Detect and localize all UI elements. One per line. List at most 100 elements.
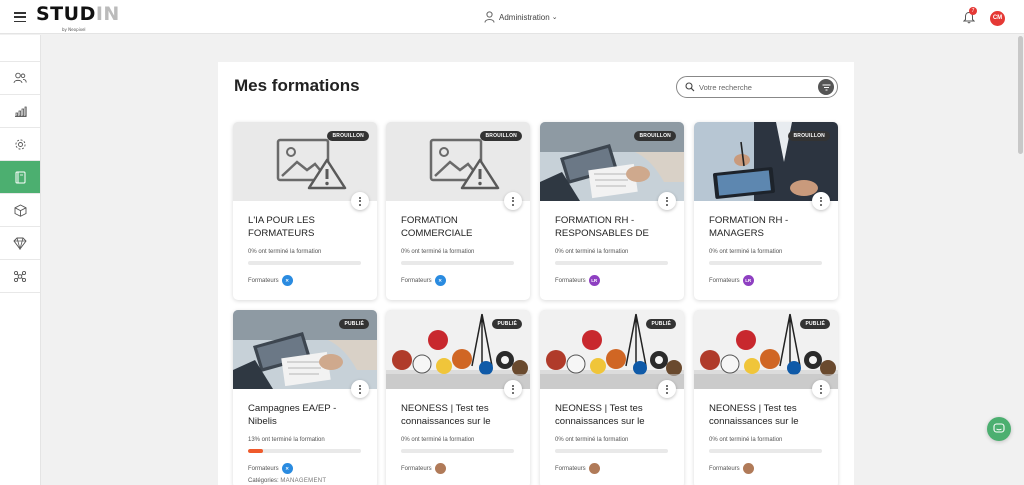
- trainer-avatar[interactable]: ✕: [281, 275, 293, 286]
- user-avatar[interactable]: CM: [990, 11, 1005, 26]
- search-box[interactable]: [676, 76, 838, 98]
- hamburger-icon[interactable]: [14, 12, 26, 22]
- categories-label: Catégories:: [248, 478, 279, 484]
- card-title: NEONESS | Test tes connaissances sur le: [555, 403, 645, 427]
- card-menu-button[interactable]: [658, 380, 676, 398]
- completion-progress-bar: [709, 261, 822, 265]
- trainer-avatar[interactable]: LR: [588, 275, 600, 286]
- trainers-row: Formateurs ✕: [248, 463, 293, 474]
- completion-text: 0% ont terminé la formation: [248, 249, 322, 255]
- completion-progress-fill: [248, 449, 263, 453]
- logo-text: STUD: [36, 3, 96, 25]
- trainers-label: Formateurs: [709, 465, 740, 472]
- card-title: NEONESS | Test tes connaissances sur le: [401, 403, 491, 427]
- gear-icon: [14, 138, 26, 150]
- card-menu-button[interactable]: [812, 380, 830, 398]
- formation-card[interactable]: PUBLIÉ NEONESS | Test tes connaissances s…: [386, 310, 530, 485]
- book-icon: [15, 171, 25, 183]
- category-value: MANAGEMENT: [280, 478, 327, 484]
- formation-card[interactable]: PUBLIÉ Campagnes EA/EP - Nibelis 13% ont t…: [233, 310, 377, 485]
- completion-text: 0% ont terminé la formation: [401, 249, 475, 255]
- formation-card[interactable]: BROUILLON L'IA POUR LES FORMATEURS 0% ont …: [233, 122, 377, 300]
- card-title: NEONESS | Test tes connaissances sur le: [709, 403, 799, 427]
- trainers-row: Formateurs: [555, 463, 600, 474]
- cube-icon: [14, 203, 26, 217]
- card-title: FORMATION RH - MANAGERS: [709, 215, 789, 239]
- card-title: FORMATION RH - RESPONSABLES DE: [555, 215, 649, 239]
- formation-card[interactable]: PUBLIÉ NEONESS | Test tes connaissances s…: [694, 310, 838, 485]
- status-badge: BROUILLON: [327, 131, 369, 141]
- trainers-label: Formateurs: [401, 277, 432, 284]
- status-badge: BROUILLON: [634, 131, 676, 141]
- completion-progress-bar: [401, 261, 514, 265]
- sidebar-item-catalog[interactable]: [0, 194, 40, 227]
- card-menu-button[interactable]: [351, 380, 369, 398]
- filter-button[interactable]: [818, 79, 834, 95]
- trainer-avatar[interactable]: ✕: [434, 275, 446, 286]
- completion-progress-bar: [555, 261, 668, 265]
- users-icon: [13, 72, 27, 84]
- sidebar-item-statistics[interactable]: [0, 95, 40, 128]
- top-bar: STUDIN by Neopixel Administration ⌄ 7 CM: [0, 0, 1024, 34]
- chat-icon: [993, 423, 1005, 433]
- card-menu-button[interactable]: [504, 192, 522, 210]
- trainer-avatar[interactable]: [588, 463, 600, 474]
- trainer-avatar[interactable]: [434, 463, 446, 474]
- card-menu-button[interactable]: [658, 192, 676, 210]
- sidebar-item-integrations[interactable]: [0, 260, 40, 293]
- completion-progress-bar: [401, 449, 514, 453]
- sidebar-item-formations[interactable]: [0, 161, 40, 194]
- formations-panel: Mes formations BROUILLON L'IA POUR LES FO…: [218, 62, 854, 485]
- search-input[interactable]: [699, 80, 809, 94]
- formation-card[interactable]: PUBLIÉ NEONESS | Test tes connaissances s…: [540, 310, 684, 485]
- completion-progress-bar: [248, 449, 361, 453]
- trainer-avatar[interactable]: LR: [742, 275, 754, 286]
- card-menu-button[interactable]: [812, 192, 830, 210]
- completion-text: 0% ont terminé la formation: [709, 249, 783, 255]
- chevron-down-icon: ⌄: [551, 14, 558, 21]
- completion-progress-bar: [709, 449, 822, 453]
- sidebar-item-users[interactable]: [0, 62, 40, 95]
- status-badge: PUBLIÉ: [800, 319, 830, 329]
- status-badge: BROUILLON: [480, 131, 522, 141]
- logo[interactable]: STUDIN by Neopixel: [36, 3, 120, 32]
- trainers-row: Formateurs: [709, 463, 754, 474]
- trainer-avatar[interactable]: ✕: [281, 463, 293, 474]
- status-badge: PUBLIÉ: [646, 319, 676, 329]
- completion-text: 0% ont terminé la formation: [709, 437, 783, 443]
- completion-text: 13% ont terminé la formation: [248, 437, 325, 443]
- categories-row: Catégories: MANAGEMENT: [248, 478, 326, 484]
- status-badge: PUBLIÉ: [492, 319, 522, 329]
- card-title: L'IA POUR LES FORMATEURS: [248, 215, 315, 239]
- trainers-row: Formateurs LR: [555, 275, 600, 286]
- completion-text: 0% ont terminé la formation: [555, 249, 629, 255]
- trainers-label: Formateurs: [555, 277, 586, 284]
- formation-card[interactable]: BROUILLON FORMATION COMMERCIALE 0% ont ter…: [386, 122, 530, 300]
- chat-button[interactable]: [987, 417, 1011, 441]
- formation-card[interactable]: BROUILLON FORMATION RH - RESPONSABLES DE 0…: [540, 122, 684, 300]
- completion-progress-bar: [248, 261, 361, 265]
- page-scrollbar[interactable]: [1018, 36, 1023, 154]
- bar-chart-icon: [14, 106, 27, 117]
- card-menu-button[interactable]: [504, 380, 522, 398]
- card-menu-button[interactable]: [351, 192, 369, 210]
- trainers-label: Formateurs: [555, 465, 586, 472]
- trainers-label: Formateurs: [248, 465, 279, 472]
- sidebar: [0, 35, 41, 485]
- trainers-row: Formateurs LR: [709, 275, 754, 286]
- administration-label: Administration: [499, 12, 550, 22]
- sidebar-item-rewards[interactable]: [0, 227, 40, 260]
- trainers-label: Formateurs: [248, 277, 279, 284]
- diamond-icon: [13, 237, 27, 250]
- trainers-row: Formateurs: [401, 463, 446, 474]
- formation-card[interactable]: BROUILLON FORMATION RH - MANAGERS 0% ont t…: [694, 122, 838, 300]
- trainer-avatar[interactable]: [742, 463, 754, 474]
- notifications-button[interactable]: 7: [962, 7, 977, 29]
- completion-text: 0% ont terminé la formation: [401, 437, 475, 443]
- card-title: FORMATION COMMERCIALE: [401, 215, 473, 239]
- logo-subtitle: by Neopixel: [62, 27, 86, 32]
- notification-count-badge: 7: [969, 7, 977, 15]
- trainers-label: Formateurs: [709, 277, 740, 284]
- sidebar-item-settings[interactable]: [0, 128, 40, 161]
- administration-menu[interactable]: Administration ⌄: [484, 11, 558, 23]
